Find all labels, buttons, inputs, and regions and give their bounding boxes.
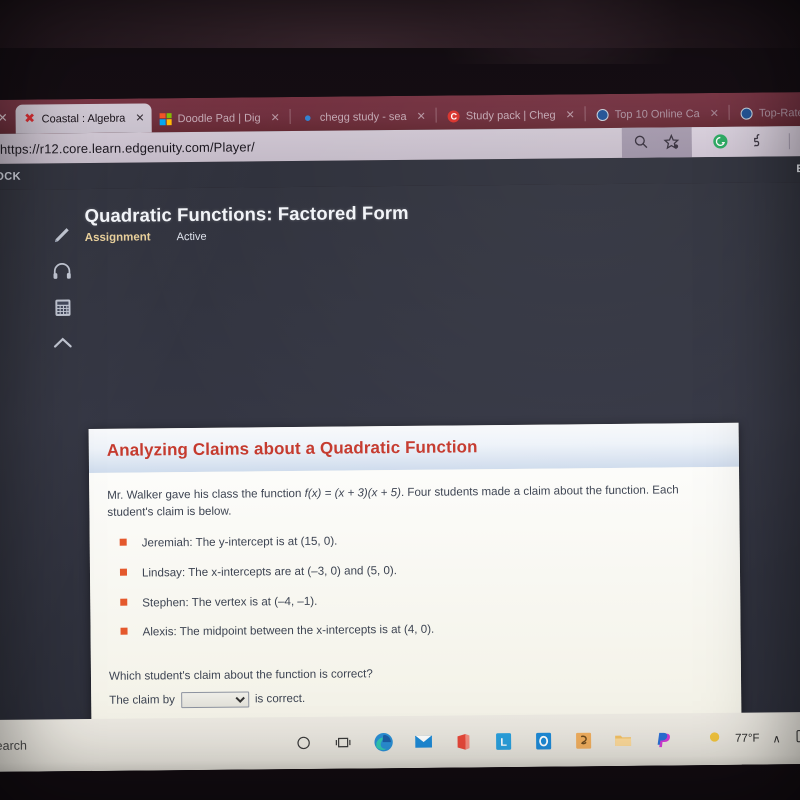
browser-tab-top-rated-tutors[interactable]: Top-Rated Tutors ✕ [733, 98, 800, 126]
photo-of-monitor: ✕ ✖ Coastal : Algebra ✕ Doodle Pad | Dig… [0, 0, 800, 800]
close-icon[interactable]: ✕ [710, 107, 719, 120]
collapse-up-arrow-button[interactable] [46, 325, 80, 361]
office-icon[interactable] [452, 730, 475, 753]
list-item: Jeremiah: The y-intercept is at (15, 0). [118, 529, 720, 552]
list-item: Stephen: The vertex is at (–4, –1). [118, 588, 720, 611]
tab-label: chegg study - sea [319, 110, 407, 124]
monitor-screen: ✕ ✖ Coastal : Algebra ✕ Doodle Pad | Dig… [0, 92, 800, 772]
question-text: Which student's claim about the function… [108, 667, 373, 683]
close-icon[interactable]: ✕ [565, 108, 574, 121]
intro-paragraph: Mr. Walker gave his class the function f… [107, 481, 707, 522]
tool-rail [45, 217, 80, 361]
bookmark-bar-right-label[interactable]: E [796, 163, 800, 175]
task-view-icon[interactable] [332, 731, 355, 754]
tab-label: Study pack | Cheg [465, 108, 556, 122]
answer-prefix: The claim by [109, 693, 175, 708]
answer-suffix: is correct. [254, 692, 306, 706]
device-icon[interactable] [794, 728, 800, 749]
browser-tab-chegg-study[interactable]: ● chegg study - sea ✕ [294, 103, 433, 131]
pencil-tool-button[interactable] [45, 217, 79, 253]
blue-circle-icon [596, 108, 609, 121]
list-item: Lindsay: The x-intercepts are at (–3, 0)… [118, 559, 720, 582]
lesson-header: Quadratic Functions: Factored Form Assig… [0, 182, 800, 245]
file-explorer-icon[interactable] [612, 728, 635, 751]
function-expression: f(x) = (x + 3)(x + 5) [304, 485, 401, 500]
ambient-glow [0, 0, 800, 48]
close-icon[interactable]: ✕ [135, 111, 144, 124]
search-input[interactable]: earch [0, 736, 292, 753]
grammarly-icon[interactable] [712, 133, 730, 151]
tab-close-edge[interactable]: ✕ [0, 111, 16, 134]
tray-expand-caret-icon[interactable]: ∧ [772, 732, 780, 745]
microsoft-squares-icon [159, 112, 172, 125]
browser-extensions-group [691, 126, 800, 158]
tab-label: Top 10 Online Ca [614, 107, 700, 121]
sun-icon [706, 728, 722, 749]
assignment-label: Assignment [84, 231, 151, 245]
address-bar-divider [788, 133, 790, 150]
card-heading: Analyzing Claims about a Quadratic Funct… [106, 437, 478, 460]
unlock-label[interactable]: LOCK [0, 171, 21, 183]
zoom-search-icon[interactable] [633, 134, 651, 152]
page-title: Quadratic Functions: Factored Form [84, 201, 409, 227]
intro-prefix: Mr. Walker gave his class the function [107, 486, 305, 502]
student-answer-dropdown[interactable]: JeremiahLindsayStephenAlexis [180, 691, 250, 709]
browser-tab-coastal-algebra[interactable]: ✖ Coastal : Algebra ✕ [15, 103, 152, 134]
ambient-glow-secondary [440, 0, 680, 64]
lightroom-l-icon[interactable]: L [492, 729, 515, 752]
tab-label: Doodle Pad | Dig [177, 111, 261, 125]
list-item: Alexis: The midpoint between the x-inter… [118, 618, 720, 641]
status-badge: Active [176, 230, 207, 244]
tab-divider [289, 109, 291, 125]
browser-tab-doodle-pad[interactable]: Doodle Pad | Dig ✕ [151, 104, 286, 132]
tab-divider [728, 104, 731, 120]
windows-taskbar: earch L 77°F ∧ [0, 712, 800, 772]
claims-list: Jeremiah: The y-intercept is at (15, 0).… [118, 529, 721, 642]
favorites-star-icon[interactable] [662, 133, 680, 151]
taskbar-app-icons: L [292, 728, 675, 755]
mail-icon[interactable] [412, 730, 435, 753]
x-red-icon: ✖ [24, 110, 36, 127]
browser-tab-study-pack[interactable]: C Study pack | Cheg ✕ [440, 101, 582, 129]
temperature-label: 77°F [735, 732, 760, 745]
lesson-subheader: Assignment Active [85, 225, 800, 244]
course-hero-c-icon: C [447, 109, 460, 123]
tab-divider [435, 107, 437, 123]
chegg-icon: ● [303, 109, 312, 125]
address-bar-tool-group [621, 127, 693, 158]
svg-text:L: L [500, 736, 507, 748]
card-header: Analyzing Claims about a Quadratic Funct… [88, 422, 739, 473]
close-icon[interactable]: ✕ [271, 111, 280, 124]
outlook-o-icon[interactable] [532, 729, 555, 752]
answer-sentence: The claim by JeremiahLindsayStephenAlexi… [109, 686, 721, 709]
close-icon[interactable]: ✕ [417, 110, 426, 123]
tab-label: Coastal : Algebra [41, 112, 126, 125]
paypal-icon[interactable] [651, 728, 674, 751]
edge-browser-icon[interactable] [372, 731, 395, 754]
audio-headphones-button[interactable] [45, 253, 79, 289]
browser-tab-top-10-online[interactable]: Top 10 Online Ca ✕ [589, 100, 726, 128]
cortana-circle-icon[interactable] [292, 731, 315, 754]
extension-icon[interactable] [750, 132, 768, 150]
tab-divider [584, 106, 586, 122]
edgenuity-player-page: Quadratic Functions: Factored Form Assig… [0, 182, 800, 772]
taskbar-system-tray: 77°F ∧ [706, 728, 800, 750]
calculator-button[interactable] [45, 289, 79, 325]
blue-circle-icon [740, 107, 754, 120]
sticky-notes-icon[interactable] [572, 729, 595, 752]
tab-label: Top-Rated Tutors [758, 106, 800, 120]
